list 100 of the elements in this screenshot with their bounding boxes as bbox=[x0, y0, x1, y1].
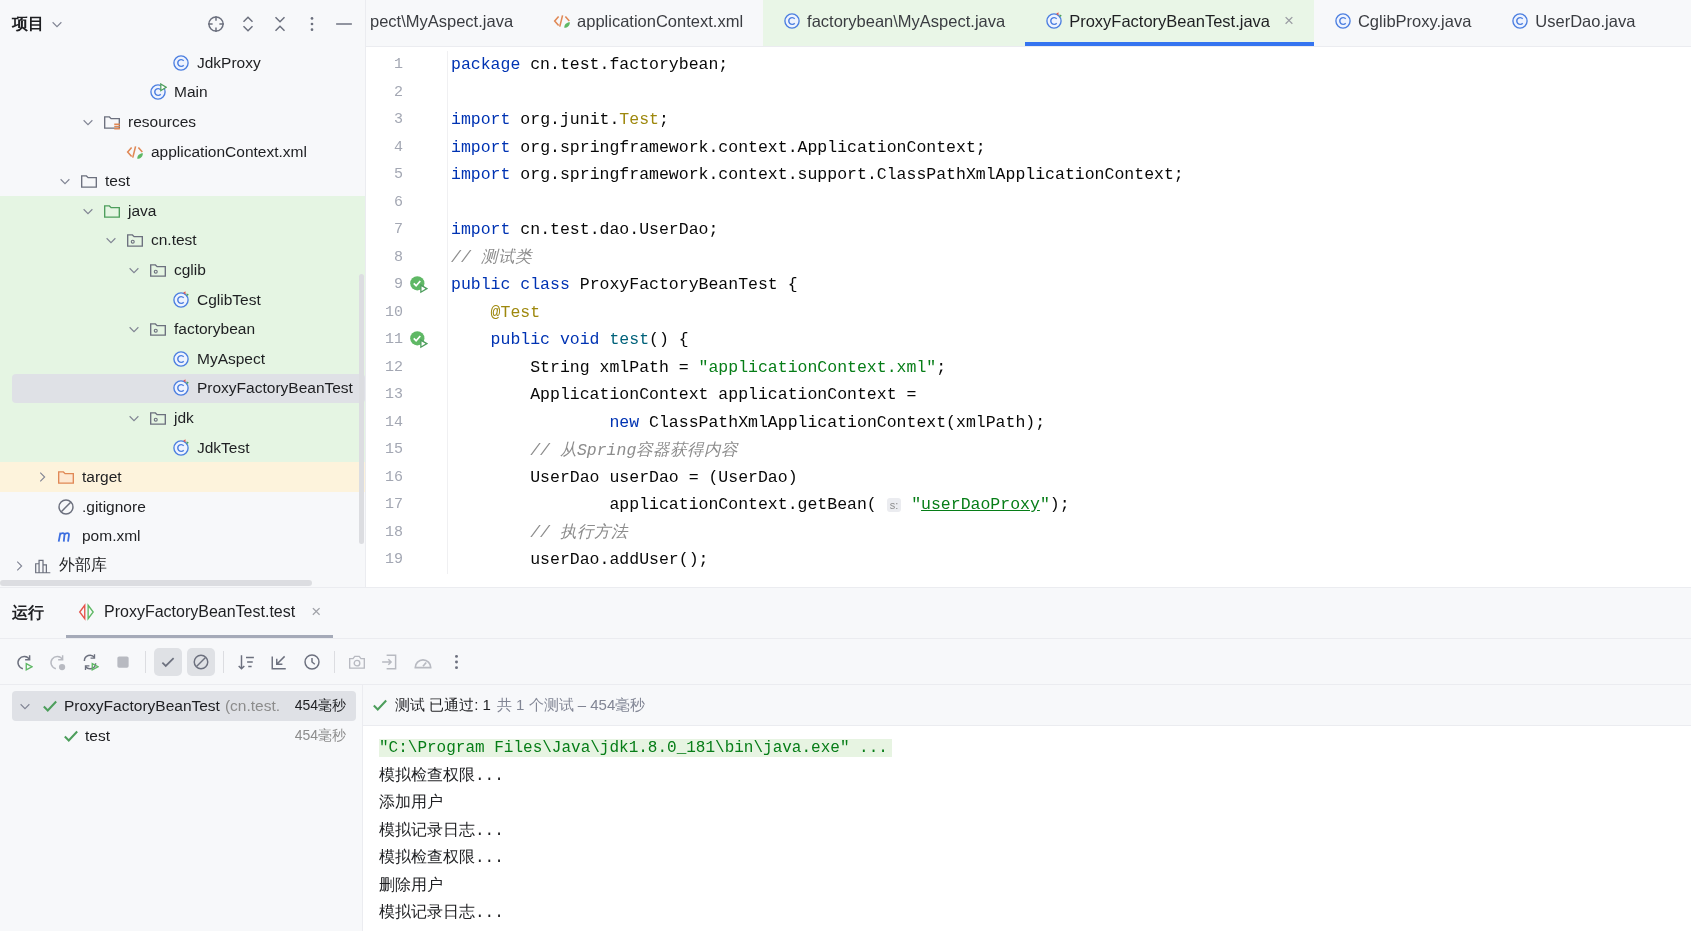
check-button[interactable] bbox=[154, 647, 182, 676]
line-number: 12 bbox=[384, 358, 403, 376]
code-file-icon bbox=[553, 12, 572, 30]
class-icon bbox=[1333, 12, 1352, 30]
auto-rerun-icon bbox=[81, 652, 99, 671]
runnable-class-icon bbox=[149, 83, 167, 102]
editor-tab[interactable]: applicationContext.xml bbox=[533, 0, 764, 46]
line-number: 5 bbox=[393, 166, 403, 184]
line-number: 8 bbox=[393, 248, 403, 266]
line-number: 14 bbox=[384, 413, 403, 431]
run-test-icon[interactable] bbox=[409, 330, 428, 350]
export-icon bbox=[381, 652, 399, 671]
console-line: 删除用户 bbox=[379, 875, 443, 896]
line-number: 2 bbox=[393, 83, 403, 101]
folder-icon bbox=[80, 172, 98, 191]
ignored-icon bbox=[192, 652, 210, 671]
line-number: 16 bbox=[384, 468, 403, 486]
code-line: String xmlPath = "applicationContext.xml"; bbox=[529, 357, 947, 377]
ignored-button[interactable] bbox=[187, 647, 215, 676]
tree-item[interactable]: JdkProxy bbox=[12, 48, 365, 78]
code-line: userDao.addUser(); bbox=[529, 550, 709, 570]
test-class-icon bbox=[172, 379, 190, 398]
sort-icon bbox=[237, 652, 255, 671]
console-line: 模拟检查权限... bbox=[379, 847, 504, 869]
test-item[interactable]: test 454毫秒 bbox=[12, 721, 356, 751]
code-line: public void test() { bbox=[489, 330, 689, 350]
scrollbar[interactable] bbox=[359, 274, 364, 544]
run-test-icon[interactable] bbox=[409, 275, 428, 295]
editor-tab[interactable]: CglibProxy.java bbox=[1313, 0, 1492, 46]
rerun-icon bbox=[15, 652, 33, 671]
locate-icon[interactable] bbox=[207, 15, 225, 33]
line-number: 4 bbox=[393, 138, 403, 156]
package-icon bbox=[126, 231, 144, 250]
line-number: 19 bbox=[384, 551, 403, 569]
test-class-icon bbox=[172, 438, 190, 457]
test-item[interactable]: ProxyFactoryBeanTest (cn.test. 454毫秒 bbox=[12, 691, 356, 721]
code-line: @Test bbox=[489, 302, 541, 322]
tree-item[interactable]: Main bbox=[12, 77, 365, 108]
test-run-icon bbox=[78, 602, 96, 621]
line-number: 7 bbox=[393, 221, 403, 239]
line-number: 11 bbox=[384, 331, 403, 349]
code-line: applicationContext.getBean( s: "userDaoProxy"); bbox=[608, 495, 1070, 515]
console-line: 添加用户 bbox=[379, 792, 443, 814]
tree-item[interactable]: applicationContext.xml bbox=[12, 136, 365, 167]
line-number: 17 bbox=[384, 496, 403, 514]
tree-item[interactable]: .gitignore bbox=[12, 491, 365, 522]
line-number: 9 bbox=[393, 276, 403, 294]
test-class-icon bbox=[172, 290, 190, 309]
line-number: 15 bbox=[384, 441, 403, 459]
line-number: 6 bbox=[393, 193, 403, 211]
console-line: 模拟检查权限... bbox=[379, 765, 504, 786]
code-line: public class ProxyFactoryBeanTest { bbox=[450, 275, 798, 295]
more-icon bbox=[453, 652, 459, 671]
test-class-icon bbox=[1045, 12, 1064, 30]
code-line: // 测试类 bbox=[450, 247, 532, 269]
console-line: 模拟记录日志... bbox=[379, 820, 504, 841]
package-name: (cn.test. bbox=[224, 697, 282, 715]
code-line: import org.springframework.context.support.ClassPathXmlApplicationContext; bbox=[450, 165, 1184, 185]
console-line: 模拟记录日志... bbox=[379, 902, 504, 924]
class-icon bbox=[172, 349, 190, 368]
tree-item[interactable]: ProxyFactoryBeanTest bbox=[12, 373, 365, 404]
panel-title: 运行 bbox=[12, 602, 44, 623]
duration: 454毫秒 bbox=[294, 697, 346, 715]
duration: 454毫秒 bbox=[294, 727, 346, 745]
editor-tab[interactable]: UserDao.java bbox=[1491, 0, 1656, 46]
tree-item[interactable]: 外部库 bbox=[12, 551, 365, 581]
line-number: 1 bbox=[393, 56, 403, 74]
resources-folder-icon bbox=[103, 113, 121, 131]
code-line: ApplicationContext applicationContext = bbox=[529, 385, 917, 405]
code-line: import org.springframework.context.ApplicationContext; bbox=[450, 137, 986, 157]
code-line: UserDao userDao = (UserDao) bbox=[529, 467, 798, 487]
editor-tab[interactable]: ProxyFactoryBeanTest.java × bbox=[1025, 0, 1314, 46]
editor-tab[interactable]: factorybean\MyAspect.java bbox=[763, 0, 1026, 46]
line-number: 10 bbox=[384, 303, 403, 321]
folder-icon bbox=[57, 468, 75, 487]
code-line: package cn.test.factorybean; bbox=[450, 55, 729, 75]
test-summary: 共 1 个测试 – 454毫秒 bbox=[496, 695, 646, 715]
code-line: new ClassPathXmlApplicationContext(xmlPath); bbox=[608, 412, 1046, 432]
tree-item[interactable]: pom.xml bbox=[12, 521, 365, 552]
scrollbar[interactable] bbox=[0, 580, 312, 586]
link[interactable]: userDaoProxy bbox=[921, 495, 1040, 515]
editor-tab[interactable]: pect\MyAspect.java bbox=[366, 0, 534, 46]
run-tab[interactable]: ProxyFactoryBeanTest.test × bbox=[66, 588, 334, 638]
class-icon bbox=[172, 53, 190, 72]
line-number: 18 bbox=[384, 523, 403, 541]
package-icon bbox=[149, 320, 167, 339]
code-line: import cn.test.dao.UserDao; bbox=[450, 220, 719, 240]
tree-item[interactable]: resources bbox=[12, 107, 365, 137]
line-number: 13 bbox=[384, 386, 403, 404]
history-icon bbox=[303, 652, 321, 671]
ignore-file-icon bbox=[57, 497, 75, 516]
panel-title[interactable]: 项目 bbox=[12, 13, 44, 35]
rerun-failed-icon bbox=[48, 652, 66, 671]
test-status: 测试 已通过: 1 bbox=[395, 695, 491, 715]
tree-item[interactable]: test bbox=[12, 166, 365, 196]
class-icon bbox=[783, 12, 802, 30]
class-icon bbox=[1511, 12, 1530, 30]
code-line: // 从Spring容器获得内容 bbox=[529, 439, 739, 461]
line-number: 3 bbox=[393, 111, 403, 129]
code-line: import org.junit.Test; bbox=[450, 110, 669, 130]
